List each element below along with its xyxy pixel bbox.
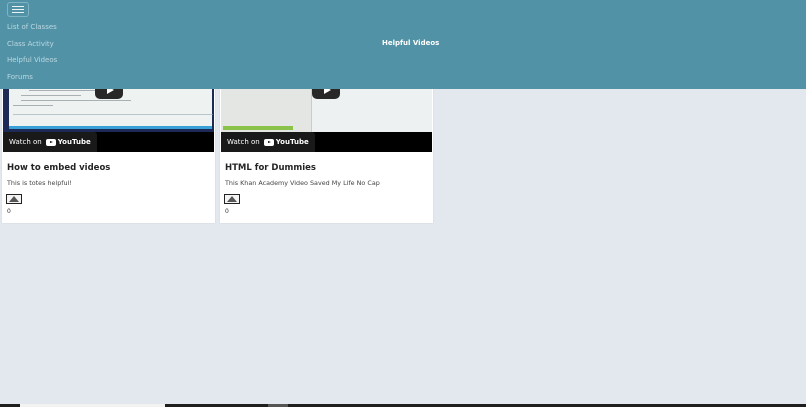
video-description: This Khan Academy Video Saved My Life No… (225, 179, 380, 187)
page-title: Helpful Videos (382, 39, 440, 47)
watch-on-youtube-button[interactable]: Watch on YouTube (3, 132, 97, 152)
top-navbar: List of Classes Class Activity Helpful V… (0, 0, 806, 89)
upvote-button[interactable] (6, 194, 22, 204)
nav-item-forums[interactable]: Forums (7, 72, 57, 89)
youtube-logo-icon (263, 138, 274, 146)
video-description: This is totes helpful! (7, 179, 72, 187)
nav-item-helpful-videos[interactable]: Helpful Videos (7, 55, 57, 72)
watch-on-youtube-button[interactable]: Watch on YouTube (221, 132, 315, 152)
vote-count: 0 (7, 208, 11, 215)
nav-menu: List of Classes Class Activity Helpful V… (7, 22, 57, 89)
youtube-label: YouTube (57, 138, 91, 146)
youtube-label: YouTube (275, 138, 309, 146)
watch-on-label: Watch on (9, 138, 42, 146)
youtube-logo-icon (45, 138, 56, 146)
upvote-triangle-icon (227, 196, 237, 202)
nav-item-list-of-classes[interactable]: List of Classes (7, 22, 57, 39)
watch-on-label: Watch on (227, 138, 260, 146)
hamburger-menu-icon[interactable] (7, 2, 29, 17)
upvote-triangle-icon (9, 196, 19, 202)
video-title: HTML for Dummies (225, 163, 316, 173)
nav-item-class-activity[interactable]: Class Activity (7, 39, 57, 56)
upvote-button[interactable] (224, 194, 240, 204)
vote-count: 0 (225, 208, 229, 215)
video-title: How to embed videos (7, 163, 111, 173)
